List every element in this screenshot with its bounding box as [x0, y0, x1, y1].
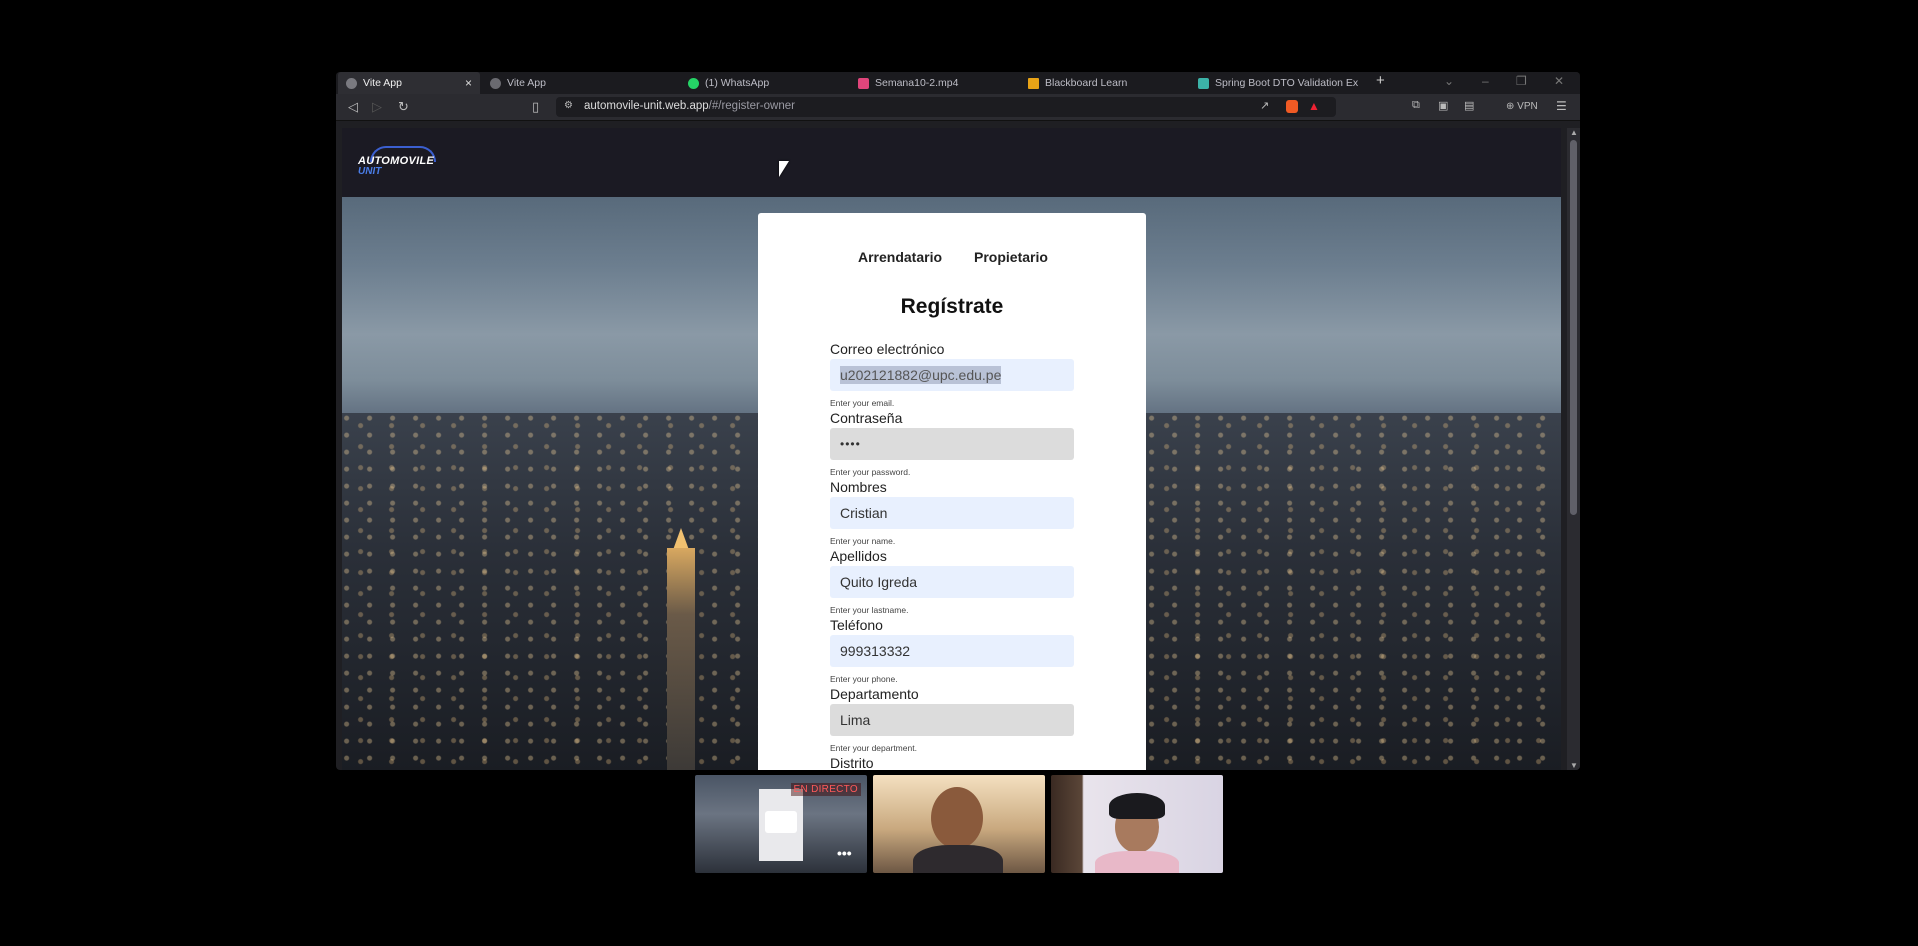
- video-thumbnail-participant-2[interactable]: [1051, 775, 1223, 873]
- tab-blackboard[interactable]: Blackboard Learn: [1020, 72, 1180, 94]
- tab-vite-app-2[interactable]: Vite App: [482, 72, 642, 94]
- whatsapp-icon: [688, 77, 699, 89]
- password-label: Contraseña: [830, 410, 903, 426]
- district-label: Distrito: [830, 755, 874, 770]
- lastname-label: Apellidos: [830, 548, 887, 564]
- page-scrollbar[interactable]: ▲ ▼: [1567, 128, 1580, 770]
- live-badge: EN DIRECTO: [790, 783, 861, 796]
- email-value: u202121882@upc.edu.pe: [840, 366, 1002, 384]
- password-field[interactable]: ••••: [830, 428, 1074, 460]
- minimize-icon[interactable]: –: [1482, 74, 1489, 88]
- participant-face: [931, 787, 983, 849]
- url-host: automovile-unit.web.app: [584, 100, 709, 112]
- department-hint: Enter your department.: [830, 743, 917, 753]
- close-window-icon[interactable]: ✕: [1554, 74, 1564, 88]
- wallet-icon[interactable]: ▤: [1464, 99, 1474, 112]
- name-hint: Enter your name.: [830, 536, 896, 546]
- tab-video-file[interactable]: Semana10-2.mp4: [850, 72, 1010, 94]
- participant-shirt: [1095, 851, 1179, 873]
- vpn-label: VPN: [1517, 101, 1538, 112]
- tab-whatsapp[interactable]: (1) WhatsApp: [680, 72, 840, 94]
- scroll-thumb[interactable]: [1570, 140, 1577, 515]
- globe-icon: [490, 77, 501, 89]
- sidebar-icon[interactable]: ▣: [1438, 99, 1448, 112]
- globe-icon: [346, 77, 357, 89]
- phone-label: Teléfono: [830, 617, 883, 633]
- url-text[interactable]: automovile-unit.web.app/#/register-owner: [584, 100, 795, 112]
- tab-propietario[interactable]: Propietario: [974, 249, 1048, 265]
- password-hint: Enter your password.: [830, 467, 911, 477]
- lastname-field[interactable]: Quito Igreda: [830, 566, 1074, 598]
- email-label: Correo electrónico: [830, 341, 945, 357]
- bookmark-icon[interactable]: ▯: [532, 99, 539, 115]
- tab-title: Vite App: [507, 77, 546, 89]
- site-info-icon[interactable]: ⚙: [564, 100, 573, 111]
- email-hint: Enter your email.: [830, 398, 895, 408]
- video-file-icon: [858, 77, 869, 89]
- menu-icon[interactable]: ☰: [1556, 99, 1567, 113]
- forward-icon[interactable]: ▷: [372, 99, 382, 115]
- tab-title: Semana10-2.mp4: [875, 77, 959, 89]
- brave-rewards-icon[interactable]: ▲: [1308, 99, 1320, 113]
- video-thumbnail-participant-1[interactable]: [873, 775, 1045, 873]
- share-icon[interactable]: ↗: [1260, 99, 1269, 112]
- name-label: Nombres: [830, 479, 887, 495]
- camera-icon: [765, 811, 797, 833]
- extensions-icon[interactable]: ⧉: [1412, 99, 1420, 112]
- lastname-hint: Enter your lastname.: [830, 605, 909, 615]
- tab-bar: Vite App × Vite App (1) WhatsApp Semana1…: [336, 72, 1580, 94]
- name-field[interactable]: Cristian: [830, 497, 1074, 529]
- address-bar[interactable]: ⚙ automovile-unit.web.app/#/register-own…: [556, 97, 1336, 117]
- department-label: Departamento: [830, 686, 919, 702]
- blackboard-icon: [1028, 77, 1039, 89]
- headset-icon: [1109, 793, 1165, 819]
- url-path: /#/register-owner: [708, 100, 795, 112]
- scroll-up-icon[interactable]: ▲: [1570, 128, 1578, 137]
- browser-window: Vite App × Vite App (1) WhatsApp Semana1…: [336, 72, 1580, 770]
- phone-hint: Enter your phone.: [830, 674, 898, 684]
- tab-vite-app-1[interactable]: Vite App ×: [338, 72, 480, 94]
- phone-field[interactable]: 999313332: [830, 635, 1074, 667]
- more-options-button[interactable]: •••: [837, 845, 852, 861]
- mouse-cursor-icon: [779, 161, 789, 177]
- vpn-button[interactable]: ⊕ VPN: [1506, 101, 1538, 112]
- reload-icon[interactable]: ↻: [398, 99, 409, 115]
- scroll-down-icon[interactable]: ▼: [1570, 761, 1578, 770]
- email-field[interactable]: u202121882@upc.edu.pe: [830, 359, 1074, 391]
- building-lit: [667, 548, 695, 770]
- tab-title: (1) WhatsApp: [705, 77, 770, 89]
- toolbar: ◁ ▷ ↻ ▯ ⚙ automovile-unit.web.app/#/regi…: [336, 94, 1580, 121]
- video-thumbnail-screen-share[interactable]: EN DIRECTO •••: [695, 775, 867, 873]
- back-icon[interactable]: ◁: [348, 99, 358, 115]
- maximize-icon[interactable]: ❐: [1516, 74, 1527, 88]
- tab-arrendatario[interactable]: Arrendatario: [858, 249, 942, 265]
- logo-line2: UNIT: [358, 166, 382, 177]
- spring-icon: [1198, 77, 1209, 89]
- site-navbar: AUTOMOVILE UNIT: [342, 128, 1561, 197]
- tab-title: Blackboard Learn: [1045, 77, 1128, 89]
- page-viewport: AUTOMOVILE UNIT Arrendatario Propietario…: [342, 128, 1561, 770]
- register-form-card: Arrendatario Propietario Regístrate Corr…: [758, 213, 1146, 770]
- new-tab-button[interactable]: +: [1376, 72, 1385, 89]
- department-field[interactable]: Lima: [830, 704, 1074, 736]
- brave-shields-icon[interactable]: [1286, 100, 1298, 113]
- participant-shirt: [913, 845, 1003, 873]
- tab-title: Spring Boot DTO Validation Exam: [1215, 77, 1358, 89]
- close-tab-icon[interactable]: ×: [465, 76, 472, 90]
- tab-title: Vite App: [363, 77, 402, 89]
- tab-list-icon[interactable]: ⌄: [1444, 74, 1454, 88]
- tab-spring-boot[interactable]: Spring Boot DTO Validation Exam: [1190, 72, 1358, 94]
- form-title: Regístrate: [900, 295, 1004, 318]
- site-logo[interactable]: AUTOMOVILE UNIT: [358, 146, 436, 178]
